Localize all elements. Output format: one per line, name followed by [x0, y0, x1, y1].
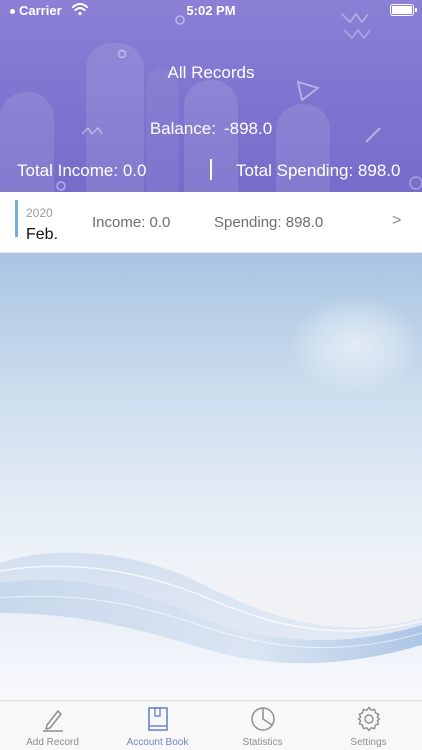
tab-label: Settings: [350, 737, 387, 748]
balance-label: Balance:: [149, 119, 216, 138]
record-month: Feb.: [26, 226, 59, 243]
tab-label: Account Book: [126, 737, 189, 748]
row-accent-bar: [15, 200, 18, 237]
page-title: All Records: [167, 63, 255, 82]
book-icon: [148, 707, 168, 731]
record-row[interactable]: 2020 Feb. Income: 0.0 Spending: 898.0 >: [0, 192, 422, 253]
balance-value: -898.0: [223, 119, 273, 138]
tab-statistics[interactable]: Statistics: [210, 701, 315, 750]
total-spending: Total Spending: 898.0: [236, 161, 401, 180]
total-income: Total Income: 0.0: [17, 161, 147, 180]
record-income: Income: 0.0: [92, 214, 171, 231]
tab-label: Add Record: [26, 737, 79, 748]
balance: Balance: -898.0: [0, 119, 422, 139]
tab-bar: Add Record Account Book Statistics Setti…: [0, 700, 422, 750]
chevron-right-icon: >: [392, 212, 402, 229]
pencil-icon: [43, 710, 63, 732]
background-image: [0, 253, 422, 700]
status-bar: Carrier 5:02 PM: [0, 0, 422, 22]
battery-icon: [390, 4, 417, 16]
totals-divider: [210, 159, 212, 180]
tab-label: Statistics: [242, 737, 283, 748]
record-spending: Spending: 898.0: [214, 214, 324, 231]
record-year: 2020: [26, 206, 53, 220]
tab-settings[interactable]: Settings: [316, 701, 421, 750]
status-time: 5:02 PM: [186, 3, 236, 18]
wave-illustration: [0, 552, 422, 700]
gear-icon: [357, 706, 381, 732]
header: Carrier 5:02 PM All Records Balance: -898…: [0, 0, 422, 192]
tab-add-record[interactable]: Add Record: [0, 701, 105, 750]
pie-chart-icon: [251, 707, 275, 731]
tab-account-book[interactable]: Account Book: [105, 701, 210, 750]
